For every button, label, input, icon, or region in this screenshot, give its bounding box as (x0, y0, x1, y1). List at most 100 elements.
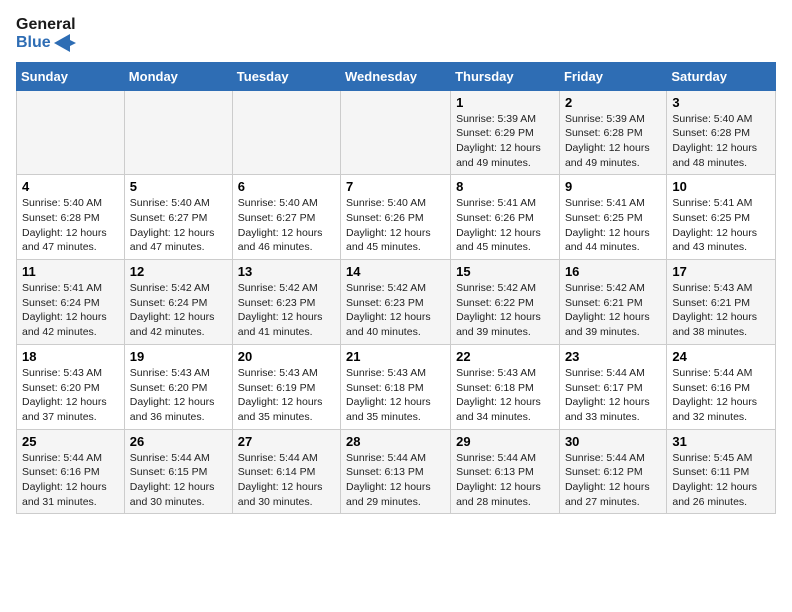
cell-2-4: 15 Sunrise: 5:42 AM Sunset: 6:22 PM Dayli… (451, 260, 560, 345)
day-number: 11 (22, 264, 119, 279)
day-info: Sunrise: 5:44 AM Sunset: 6:13 PM Dayligh… (456, 451, 554, 510)
cell-3-5: 23Sunrise: 5:44 AM Sunset: 6:17 PM Dayli… (559, 344, 666, 429)
day-number: 4 (22, 179, 119, 194)
week-row-4: 18 Sunrise: 5:43 AM Sunset: 6:20 PM Dayli… (17, 344, 776, 429)
day-info: Sunrise: 5:39 AM Sunset: 6:29 PM Dayligh… (456, 112, 554, 171)
day-info: Sunrise: 5:44 AM Sunset: 6:12 PM Dayligh… (565, 451, 661, 510)
day-number: 18 (22, 349, 119, 364)
day-info: Sunrise: 5:44 AM Sunset: 6:14 PM Dayligh… (238, 451, 335, 510)
day-info: Sunrise: 5:44 AM Sunset: 6:15 PM Dayligh… (130, 451, 227, 510)
day-number: 25 (22, 434, 119, 449)
day-number: 17 (672, 264, 770, 279)
day-info: Sunrise: 5:43 AM Sunset: 6:18 PM Dayligh… (456, 366, 554, 425)
header-saturday: Saturday (667, 62, 776, 90)
cell-4-4: 29 Sunrise: 5:44 AM Sunset: 6:13 PM Dayli… (451, 429, 560, 514)
cell-0-6: 3 Sunrise: 5:40 AM Sunset: 6:28 PM Daylig… (667, 90, 776, 175)
header-row: SundayMondayTuesdayWednesdayThursdayFrid… (17, 62, 776, 90)
header-thursday: Thursday (451, 62, 560, 90)
day-info: Sunrise: 5:40 AM Sunset: 6:28 PM Dayligh… (672, 112, 770, 171)
cell-0-1 (124, 90, 232, 175)
day-info: Sunrise: 5:42 AM Sunset: 6:24 PM Dayligh… (130, 281, 227, 340)
header-wednesday: Wednesday (341, 62, 451, 90)
cell-4-1: 26Sunrise: 5:44 AM Sunset: 6:15 PM Dayli… (124, 429, 232, 514)
cell-0-3 (341, 90, 451, 175)
day-info: Sunrise: 5:45 AM Sunset: 6:11 PM Dayligh… (672, 451, 770, 510)
day-number: 13 (238, 264, 335, 279)
day-number: 8 (456, 179, 554, 194)
day-number: 14 (346, 264, 445, 279)
cell-1-5: 9 Sunrise: 5:41 AM Sunset: 6:25 PM Daylig… (559, 175, 666, 260)
day-number: 10 (672, 179, 770, 194)
calendar-body: 1 Sunrise: 5:39 AM Sunset: 6:29 PM Daylig… (17, 90, 776, 514)
day-info: Sunrise: 5:44 AM Sunset: 6:13 PM Dayligh… (346, 451, 445, 510)
cell-1-6: 10 Sunrise: 5:41 AM Sunset: 6:25 PM Dayli… (667, 175, 776, 260)
cell-4-5: 30 Sunrise: 5:44 AM Sunset: 6:12 PM Dayli… (559, 429, 666, 514)
day-info: Sunrise: 5:44 AM Sunset: 6:17 PM Dayligh… (565, 366, 661, 425)
day-info: Sunrise: 5:41 AM Sunset: 6:25 PM Dayligh… (565, 196, 661, 255)
day-info: Sunrise: 5:44 AM Sunset: 6:16 PM Dayligh… (22, 451, 119, 510)
cell-3-6: 24 Sunrise: 5:44 AM Sunset: 6:16 PM Dayli… (667, 344, 776, 429)
day-info: Sunrise: 5:43 AM Sunset: 6:20 PM Dayligh… (22, 366, 119, 425)
day-number: 24 (672, 349, 770, 364)
day-info: Sunrise: 5:39 AM Sunset: 6:28 PM Dayligh… (565, 112, 661, 171)
cell-4-3: 28 Sunrise: 5:44 AM Sunset: 6:13 PM Dayli… (341, 429, 451, 514)
cell-2-2: 13 Sunrise: 5:42 AM Sunset: 6:23 PM Dayli… (232, 260, 340, 345)
header-tuesday: Tuesday (232, 62, 340, 90)
cell-3-4: 22Sunrise: 5:43 AM Sunset: 6:18 PM Dayli… (451, 344, 560, 429)
day-number: 30 (565, 434, 661, 449)
cell-4-2: 27 Sunrise: 5:44 AM Sunset: 6:14 PM Dayli… (232, 429, 340, 514)
day-info: Sunrise: 5:43 AM Sunset: 6:19 PM Dayligh… (238, 366, 335, 425)
day-info: Sunrise: 5:42 AM Sunset: 6:23 PM Dayligh… (238, 281, 335, 340)
header: General Blue (16, 16, 776, 52)
cell-3-2: 20 Sunrise: 5:43 AM Sunset: 6:19 PM Dayli… (232, 344, 340, 429)
day-number: 2 (565, 95, 661, 110)
day-info: Sunrise: 5:41 AM Sunset: 6:24 PM Dayligh… (22, 281, 119, 340)
day-number: 6 (238, 179, 335, 194)
cell-0-0 (17, 90, 125, 175)
day-number: 15 (456, 264, 554, 279)
cell-2-5: 16Sunrise: 5:42 AM Sunset: 6:21 PM Dayli… (559, 260, 666, 345)
cell-1-3: 7 Sunrise: 5:40 AM Sunset: 6:26 PM Daylig… (341, 175, 451, 260)
day-info: Sunrise: 5:40 AM Sunset: 6:27 PM Dayligh… (130, 196, 227, 255)
day-number: 3 (672, 95, 770, 110)
cell-0-5: 2 Sunrise: 5:39 AM Sunset: 6:28 PM Daylig… (559, 90, 666, 175)
day-info: Sunrise: 5:42 AM Sunset: 6:23 PM Dayligh… (346, 281, 445, 340)
day-info: Sunrise: 5:43 AM Sunset: 6:21 PM Dayligh… (672, 281, 770, 340)
day-info: Sunrise: 5:42 AM Sunset: 6:21 PM Dayligh… (565, 281, 661, 340)
day-number: 1 (456, 95, 554, 110)
calendar-header: SundayMondayTuesdayWednesdayThursdayFrid… (17, 62, 776, 90)
day-info: Sunrise: 5:41 AM Sunset: 6:25 PM Dayligh… (672, 196, 770, 255)
day-info: Sunrise: 5:40 AM Sunset: 6:26 PM Dayligh… (346, 196, 445, 255)
header-monday: Monday (124, 62, 232, 90)
day-info: Sunrise: 5:41 AM Sunset: 6:26 PM Dayligh… (456, 196, 554, 255)
day-info: Sunrise: 5:43 AM Sunset: 6:18 PM Dayligh… (346, 366, 445, 425)
day-number: 5 (130, 179, 227, 194)
day-number: 29 (456, 434, 554, 449)
day-number: 27 (238, 434, 335, 449)
week-row-2: 4 Sunrise: 5:40 AM Sunset: 6:28 PM Daylig… (17, 175, 776, 260)
day-number: 12 (130, 264, 227, 279)
day-number: 28 (346, 434, 445, 449)
week-row-1: 1 Sunrise: 5:39 AM Sunset: 6:29 PM Daylig… (17, 90, 776, 175)
logo-general: General (16, 16, 76, 34)
day-number: 9 (565, 179, 661, 194)
day-info: Sunrise: 5:44 AM Sunset: 6:16 PM Dayligh… (672, 366, 770, 425)
day-number: 7 (346, 179, 445, 194)
day-info: Sunrise: 5:42 AM Sunset: 6:22 PM Dayligh… (456, 281, 554, 340)
week-row-3: 11 Sunrise: 5:41 AM Sunset: 6:24 PM Dayli… (17, 260, 776, 345)
cell-3-0: 18 Sunrise: 5:43 AM Sunset: 6:20 PM Dayli… (17, 344, 125, 429)
header-friday: Friday (559, 62, 666, 90)
day-number: 20 (238, 349, 335, 364)
day-info: Sunrise: 5:40 AM Sunset: 6:27 PM Dayligh… (238, 196, 335, 255)
cell-0-2 (232, 90, 340, 175)
cell-1-4: 8 Sunrise: 5:41 AM Sunset: 6:26 PM Daylig… (451, 175, 560, 260)
cell-4-6: 31Sunrise: 5:45 AM Sunset: 6:11 PM Dayli… (667, 429, 776, 514)
cell-2-3: 14 Sunrise: 5:42 AM Sunset: 6:23 PM Dayli… (341, 260, 451, 345)
logo-blue: Blue (16, 34, 76, 52)
week-row-5: 25 Sunrise: 5:44 AM Sunset: 6:16 PM Dayli… (17, 429, 776, 514)
day-info: Sunrise: 5:40 AM Sunset: 6:28 PM Dayligh… (22, 196, 119, 255)
cell-1-2: 6 Sunrise: 5:40 AM Sunset: 6:27 PM Daylig… (232, 175, 340, 260)
cell-2-0: 11 Sunrise: 5:41 AM Sunset: 6:24 PM Dayli… (17, 260, 125, 345)
cell-2-6: 17 Sunrise: 5:43 AM Sunset: 6:21 PM Dayli… (667, 260, 776, 345)
calendar-table: SundayMondayTuesdayWednesdayThursdayFrid… (16, 62, 776, 515)
